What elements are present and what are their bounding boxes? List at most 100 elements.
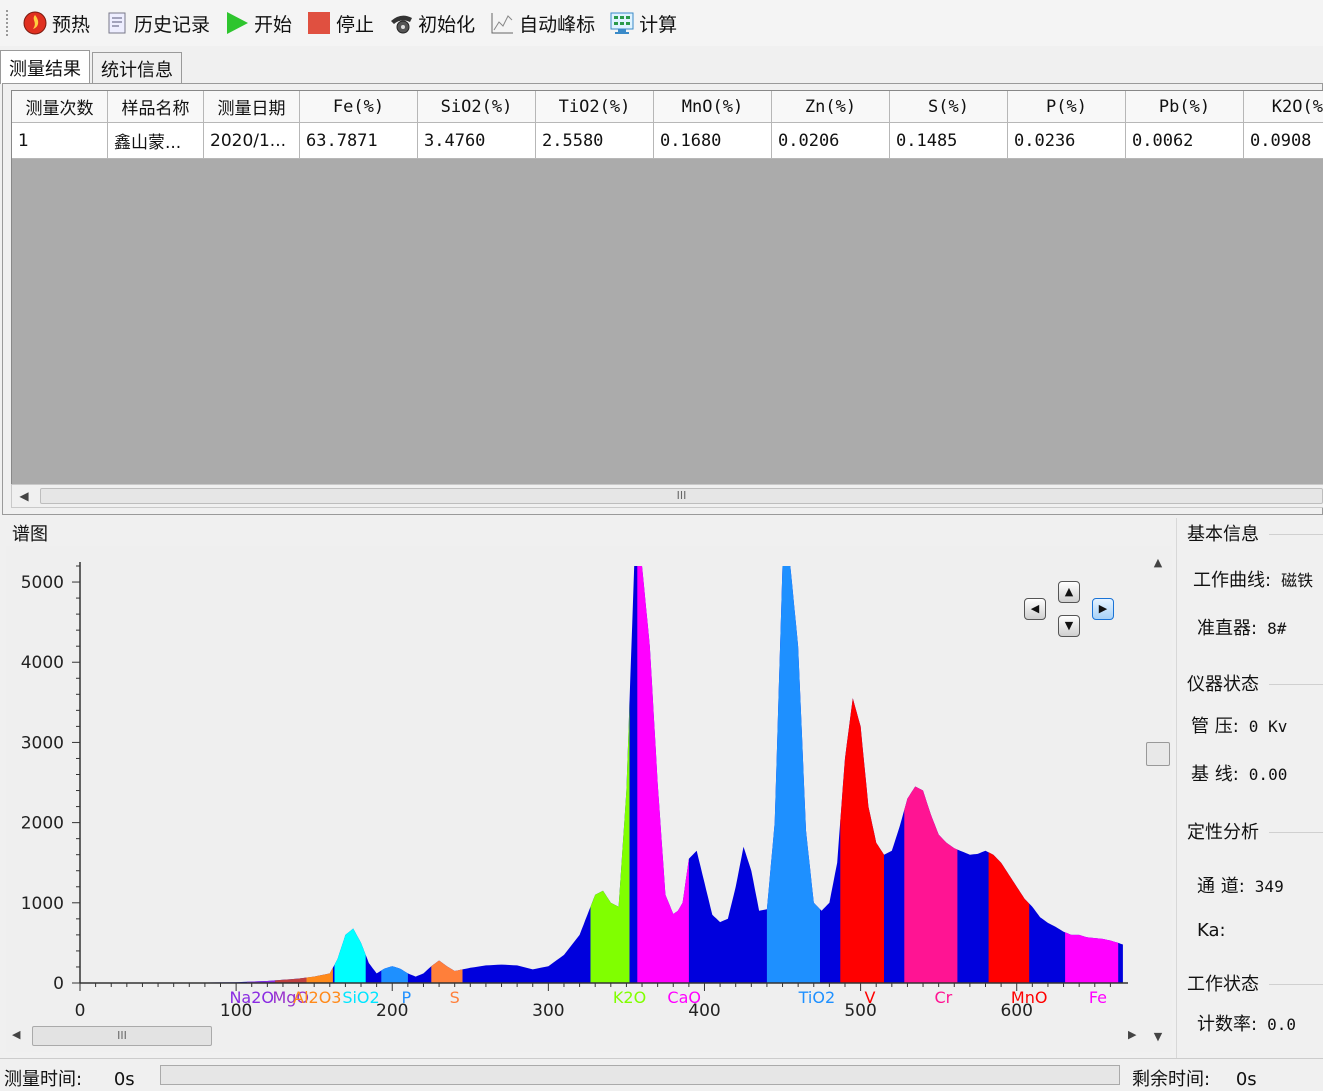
- element-label: SiO2: [342, 988, 379, 1007]
- info-panel: 基本信息 工作曲线: 磁铁 准直器: 8# 仪器状态 管 压: 0 Kv 基 线: 0.…: [1176, 518, 1323, 1058]
- peak-mark-icon: [489, 10, 515, 36]
- column-header[interactable]: Zn(%): [772, 91, 890, 123]
- divider: [1269, 984, 1323, 985]
- element-band-al2o3: [306, 967, 333, 983]
- work-curve-row: 工作曲线: 磁铁: [1193, 566, 1313, 592]
- element-band-tio2: [766, 566, 820, 983]
- column-header[interactable]: K2O(%): [1244, 91, 1323, 123]
- tube-voltage-row: 管 压: 0 Kv: [1191, 712, 1287, 738]
- table-header: 测量次数 样品名称 测量日期 Fe(%) SiO2(%) TiO2(%) MnO…: [12, 91, 1323, 123]
- table-cell[interactable]: 63.7871: [300, 123, 418, 159]
- toolbar: 预热 历史记录 开始 停止 初始化 自动峰标 计算: [0, 0, 1323, 46]
- table-cell[interactable]: 0.0062: [1126, 123, 1244, 159]
- table-cell[interactable]: 0.0236: [1008, 123, 1126, 159]
- column-header[interactable]: Fe(%): [300, 91, 418, 123]
- element-label: CaO: [667, 988, 701, 1007]
- toolbar-grip[interactable]: [6, 10, 10, 36]
- y-tick-label: 3000: [21, 733, 64, 753]
- scroll-left-icon[interactable]: ◀: [12, 1028, 20, 1041]
- history-button[interactable]: 历史记录: [100, 6, 216, 40]
- y-tick-label: 4000: [21, 653, 64, 673]
- table-cell[interactable]: 2020/1...: [204, 123, 300, 159]
- pan-up-icon[interactable]: ▲: [1058, 581, 1080, 603]
- start-button[interactable]: 开始: [220, 6, 298, 40]
- chart-vertical-scrollbar[interactable]: ▲ ▼: [1146, 552, 1170, 1046]
- element-band-s: [431, 960, 463, 983]
- scroll-left-icon[interactable]: ◀: [14, 487, 34, 505]
- element-label: Cr: [934, 988, 952, 1007]
- scroll-thumb[interactable]: [1146, 742, 1170, 766]
- result-tabs: 测量结果 统计信息: [0, 50, 184, 84]
- collimator-label: 准直器:: [1197, 618, 1258, 639]
- spectrum-chart-area: 0 1000 2000 3000 4000 5000 0 100 200 300 400 500 600…: [6, 546, 1172, 1052]
- y-tick-label: 0: [53, 974, 64, 994]
- pan-down-icon[interactable]: ▼: [1058, 615, 1080, 637]
- table-cell[interactable]: 0.1680: [654, 123, 772, 159]
- divider: [1269, 684, 1323, 685]
- qualitative-analysis-title: 定性分析: [1187, 822, 1259, 843]
- element-band-cao: [637, 566, 689, 983]
- scroll-up-icon[interactable]: ▲: [1146, 556, 1170, 569]
- tab-statistics[interactable]: 统计信息: [92, 52, 182, 84]
- table-cell[interactable]: 0.0908: [1244, 123, 1323, 159]
- basic-info-title: 基本信息: [1187, 524, 1259, 545]
- y-tick-label: 5000: [21, 573, 64, 593]
- table-horizontal-scrollbar[interactable]: ◀ III: [11, 484, 1323, 508]
- column-header[interactable]: 测量日期: [204, 91, 300, 123]
- x-tick-label: 300: [532, 1001, 564, 1021]
- y-tick-label: 1000: [21, 894, 64, 914]
- table-cell[interactable]: 1: [12, 123, 108, 159]
- column-header[interactable]: P(%): [1008, 91, 1126, 123]
- element-label: P: [401, 988, 411, 1007]
- element-band-p: [381, 966, 408, 983]
- work-status-title: 工作状态: [1187, 974, 1259, 995]
- tube-voltage-label: 管 压:: [1191, 716, 1239, 737]
- element-label: Na2O: [229, 988, 274, 1007]
- work-curve-value: 磁铁: [1281, 571, 1314, 590]
- scroll-thumb[interactable]: III: [40, 488, 1323, 504]
- measure-time: 测量时间: 0s: [4, 1065, 135, 1091]
- table-cell[interactable]: 0.1485: [890, 123, 1008, 159]
- x-tick-label: 0: [75, 1001, 86, 1021]
- scroll-right-icon[interactable]: ▶: [1128, 1028, 1136, 1041]
- table-cell[interactable]: 2.5580: [536, 123, 654, 159]
- preheat-button[interactable]: 预热: [18, 6, 96, 40]
- table-row[interactable]: 1 鑫山蒙... 2020/1... 63.7871 3.4760 2.5580…: [12, 123, 1323, 159]
- baseline-label: 基 线:: [1191, 764, 1239, 785]
- column-header[interactable]: 测量次数: [12, 91, 108, 123]
- tube-voltage-value: 0 Kv: [1248, 717, 1288, 736]
- column-header[interactable]: 样品名称: [108, 91, 204, 123]
- tab-measurement-results[interactable]: 测量结果: [0, 50, 90, 84]
- instrument-status-title: 仪器状态: [1187, 674, 1259, 695]
- element-label: S: [450, 988, 460, 1007]
- table-cell[interactable]: 3.4760: [418, 123, 536, 159]
- ka-row: Ka:: [1197, 920, 1226, 941]
- divider: [1269, 534, 1323, 535]
- channel-label: 通 道:: [1197, 876, 1245, 897]
- table-cell[interactable]: 0.0206: [772, 123, 890, 159]
- scroll-thumb[interactable]: III: [32, 1026, 212, 1046]
- calculate-icon: [609, 10, 635, 36]
- preheat-icon: [22, 10, 48, 36]
- scroll-down-icon[interactable]: ▼: [1146, 1030, 1170, 1043]
- column-header[interactable]: Pb(%): [1126, 91, 1244, 123]
- spectrum-chart[interactable]: 0100020003000400050000 100 200 300 400 500 600…: [6, 546, 1146, 1024]
- stop-button[interactable]: 停止: [302, 6, 380, 40]
- auto-peak-mark-button[interactable]: 自动峰标: [485, 6, 601, 40]
- status-bar: 测量时间: 0s 剩余时间: 0s: [0, 1058, 1323, 1090]
- collimator-value: 8#: [1267, 619, 1287, 638]
- pan-left-icon[interactable]: ◀: [1024, 598, 1046, 620]
- calculate-button[interactable]: 计算: [605, 6, 683, 40]
- column-header[interactable]: MnO(%): [654, 91, 772, 123]
- baseline-row: 基 线: 0.00: [1191, 760, 1287, 786]
- results-panel: 测量次数 样品名称 测量日期 Fe(%) SiO2(%) TiO2(%) MnO…: [2, 83, 1323, 515]
- element-band-mno: [988, 852, 1030, 983]
- chart-horizontal-scrollbar[interactable]: ◀ III ▶: [6, 1024, 1146, 1048]
- element-band-sio2: [334, 928, 366, 983]
- initialize-button[interactable]: 初始化: [384, 6, 481, 40]
- column-header[interactable]: S(%): [890, 91, 1008, 123]
- column-header[interactable]: SiO2(%): [418, 91, 536, 123]
- table-cell[interactable]: 鑫山蒙...: [108, 123, 204, 159]
- pan-right-icon[interactable]: ▶: [1092, 598, 1114, 620]
- column-header[interactable]: TiO2(%): [536, 91, 654, 123]
